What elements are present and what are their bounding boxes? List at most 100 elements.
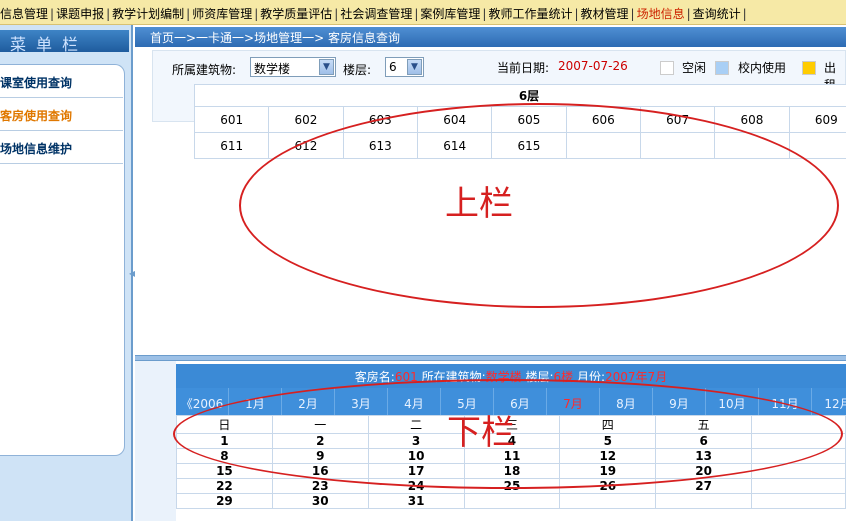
nav-separator: |	[106, 7, 111, 21]
legend-swatch-free	[660, 61, 674, 75]
room-cell[interactable]: 608	[714, 106, 790, 133]
nav-separator: |	[50, 7, 55, 21]
week-row: 15 16 17 18 19 20	[176, 463, 846, 479]
room-cell[interactable]: 615	[491, 132, 567, 159]
sidebar-item-classroom-query[interactable]: 课室使用查询	[0, 65, 123, 98]
building-label: 所属建筑物:	[172, 63, 237, 77]
month-tab[interactable]: 1月	[229, 388, 282, 415]
nav-item[interactable]: 场地信息	[637, 5, 685, 22]
month-tab[interactable]: 4月	[388, 388, 441, 415]
room-cell[interactable]: 605	[491, 106, 567, 133]
day-cell[interactable]: 9	[271, 448, 369, 464]
nav-item[interactable]: 教学计划编制	[112, 5, 184, 22]
floor-label: 楼层:	[525, 370, 554, 384]
nav-item[interactable]: 查询统计	[693, 5, 741, 22]
top-navigation: 信息管理 | 课题申报 | 教学计划编制 | 师资库管理 | 教学质量评估 | 社会调查管理 | 案例库…	[0, 0, 846, 25]
day-cell	[751, 433, 846, 449]
app-window: 信息管理 | 课题申报 | 教学计划编制 | 师资库管理 | 教学质量评估 | 社会调查管理 | 案例库…	[0, 0, 846, 521]
prev-year-link[interactable]: 《2006	[176, 388, 229, 415]
room-cell	[714, 132, 790, 159]
day-cell[interactable]: 6	[655, 433, 753, 449]
day-cell[interactable]: 24	[367, 478, 465, 494]
upper-annotation-label: 上栏	[445, 184, 513, 224]
room-cell[interactable]: 601	[193, 106, 270, 133]
day-cell[interactable]: 26	[559, 478, 657, 494]
sidebar-item-guestroom-query[interactable]: 客房使用查询	[0, 98, 123, 131]
room-cell[interactable]: 606	[565, 106, 641, 133]
building-label: 所在建筑物:	[421, 370, 486, 384]
room-cell[interactable]: 611	[193, 132, 270, 159]
room-cell[interactable]: 604	[416, 106, 493, 133]
nav-separator: |	[414, 7, 419, 21]
room-cell[interactable]: 607	[639, 106, 716, 133]
chevron-down-icon[interactable]: ▼	[407, 59, 422, 75]
floor-title: 6层	[194, 84, 846, 107]
weekday-cell: 一	[271, 415, 369, 434]
collapse-handle-icon[interactable]: ◀	[129, 269, 135, 281]
month-tab[interactable]: 8月	[600, 388, 653, 415]
nav-item[interactable]: 教学质量评估	[260, 5, 332, 22]
nav-item[interactable]: 社会调查管理	[340, 5, 412, 22]
nav-item[interactable]: 案例库管理	[420, 5, 480, 22]
month-value: 2007年7月	[605, 370, 668, 384]
room-cell[interactable]: 612	[268, 132, 344, 159]
month-tab[interactable]: 7月	[547, 388, 600, 415]
day-cell[interactable]: 31	[367, 493, 465, 509]
room-cell[interactable]: 614	[416, 132, 493, 159]
nav-item[interactable]: 信息管理	[0, 5, 48, 22]
nav-item[interactable]: 教材管理	[581, 5, 629, 22]
month-tab[interactable]: 2月	[282, 388, 335, 415]
month-tab[interactable]: 9月	[653, 388, 706, 415]
weekday-cell: 日	[176, 415, 273, 434]
day-cell[interactable]: 27	[655, 478, 753, 494]
month-tab[interactable]: 10月	[706, 388, 759, 415]
month-tab[interactable]: 12月	[812, 388, 846, 415]
nav-separator: |	[574, 7, 579, 21]
building-select[interactable]: 数学楼 ▼	[250, 57, 336, 77]
day-cell[interactable]: 8	[176, 448, 273, 464]
floor-select-value: 6	[389, 60, 397, 74]
day-cell[interactable]: 17	[367, 463, 465, 479]
day-cell	[751, 448, 846, 464]
nav-separator: |	[334, 7, 339, 21]
nav-item[interactable]: 课题申报	[56, 5, 104, 22]
room-cell	[565, 132, 641, 159]
sidebar-item-venue-maintenance[interactable]: 场地信息维护	[0, 131, 123, 164]
chevron-down-icon[interactable]: ▼	[319, 59, 334, 75]
sidebar-title: 菜单栏	[0, 30, 129, 54]
day-cell[interactable]: 30	[271, 493, 369, 509]
floor-select[interactable]: 6 ▼	[385, 57, 424, 77]
day-cell	[655, 493, 753, 509]
day-cell	[751, 463, 846, 479]
day-cell[interactable]: 1	[176, 433, 273, 449]
building-value: 数学楼	[485, 370, 522, 384]
month-tab[interactable]: 3月	[335, 388, 388, 415]
day-cell[interactable]: 29	[176, 493, 273, 509]
day-cell[interactable]: 18	[463, 463, 561, 479]
room-cell[interactable]: 613	[342, 132, 418, 159]
day-cell[interactable]: 2	[271, 433, 369, 449]
day-cell[interactable]: 25	[463, 478, 561, 494]
month-tab[interactable]: 11月	[759, 388, 812, 415]
weekday-cell: 五	[655, 415, 753, 434]
day-cell[interactable]: 13	[655, 448, 753, 464]
current-date: 2007-07-26	[558, 59, 628, 73]
breadcrumb: 首页一>一卡通一>场地管理一> 客房信息查询	[135, 27, 846, 47]
day-cell[interactable]: 23	[271, 478, 369, 494]
day-cell[interactable]: 15	[176, 463, 273, 479]
room-cell[interactable]: 603	[342, 106, 418, 133]
sidebar-menu: 课室使用查询 客房使用查询 场地信息维护	[0, 64, 125, 456]
day-cell[interactable]: 5	[559, 433, 657, 449]
day-cell[interactable]: 19	[559, 463, 657, 479]
day-cell[interactable]: 12	[559, 448, 657, 464]
day-cell[interactable]: 20	[655, 463, 753, 479]
room-cell[interactable]: 609	[788, 106, 846, 133]
legend-swatch-internal	[715, 61, 729, 75]
day-cell[interactable]: 16	[271, 463, 369, 479]
day-cell	[751, 493, 846, 509]
nav-separator: |	[186, 7, 191, 21]
room-cell[interactable]: 602	[268, 106, 344, 133]
nav-item[interactable]: 教师工作量统计	[488, 5, 572, 22]
nav-item[interactable]: 师资库管理	[192, 5, 252, 22]
day-cell[interactable]: 22	[176, 478, 273, 494]
